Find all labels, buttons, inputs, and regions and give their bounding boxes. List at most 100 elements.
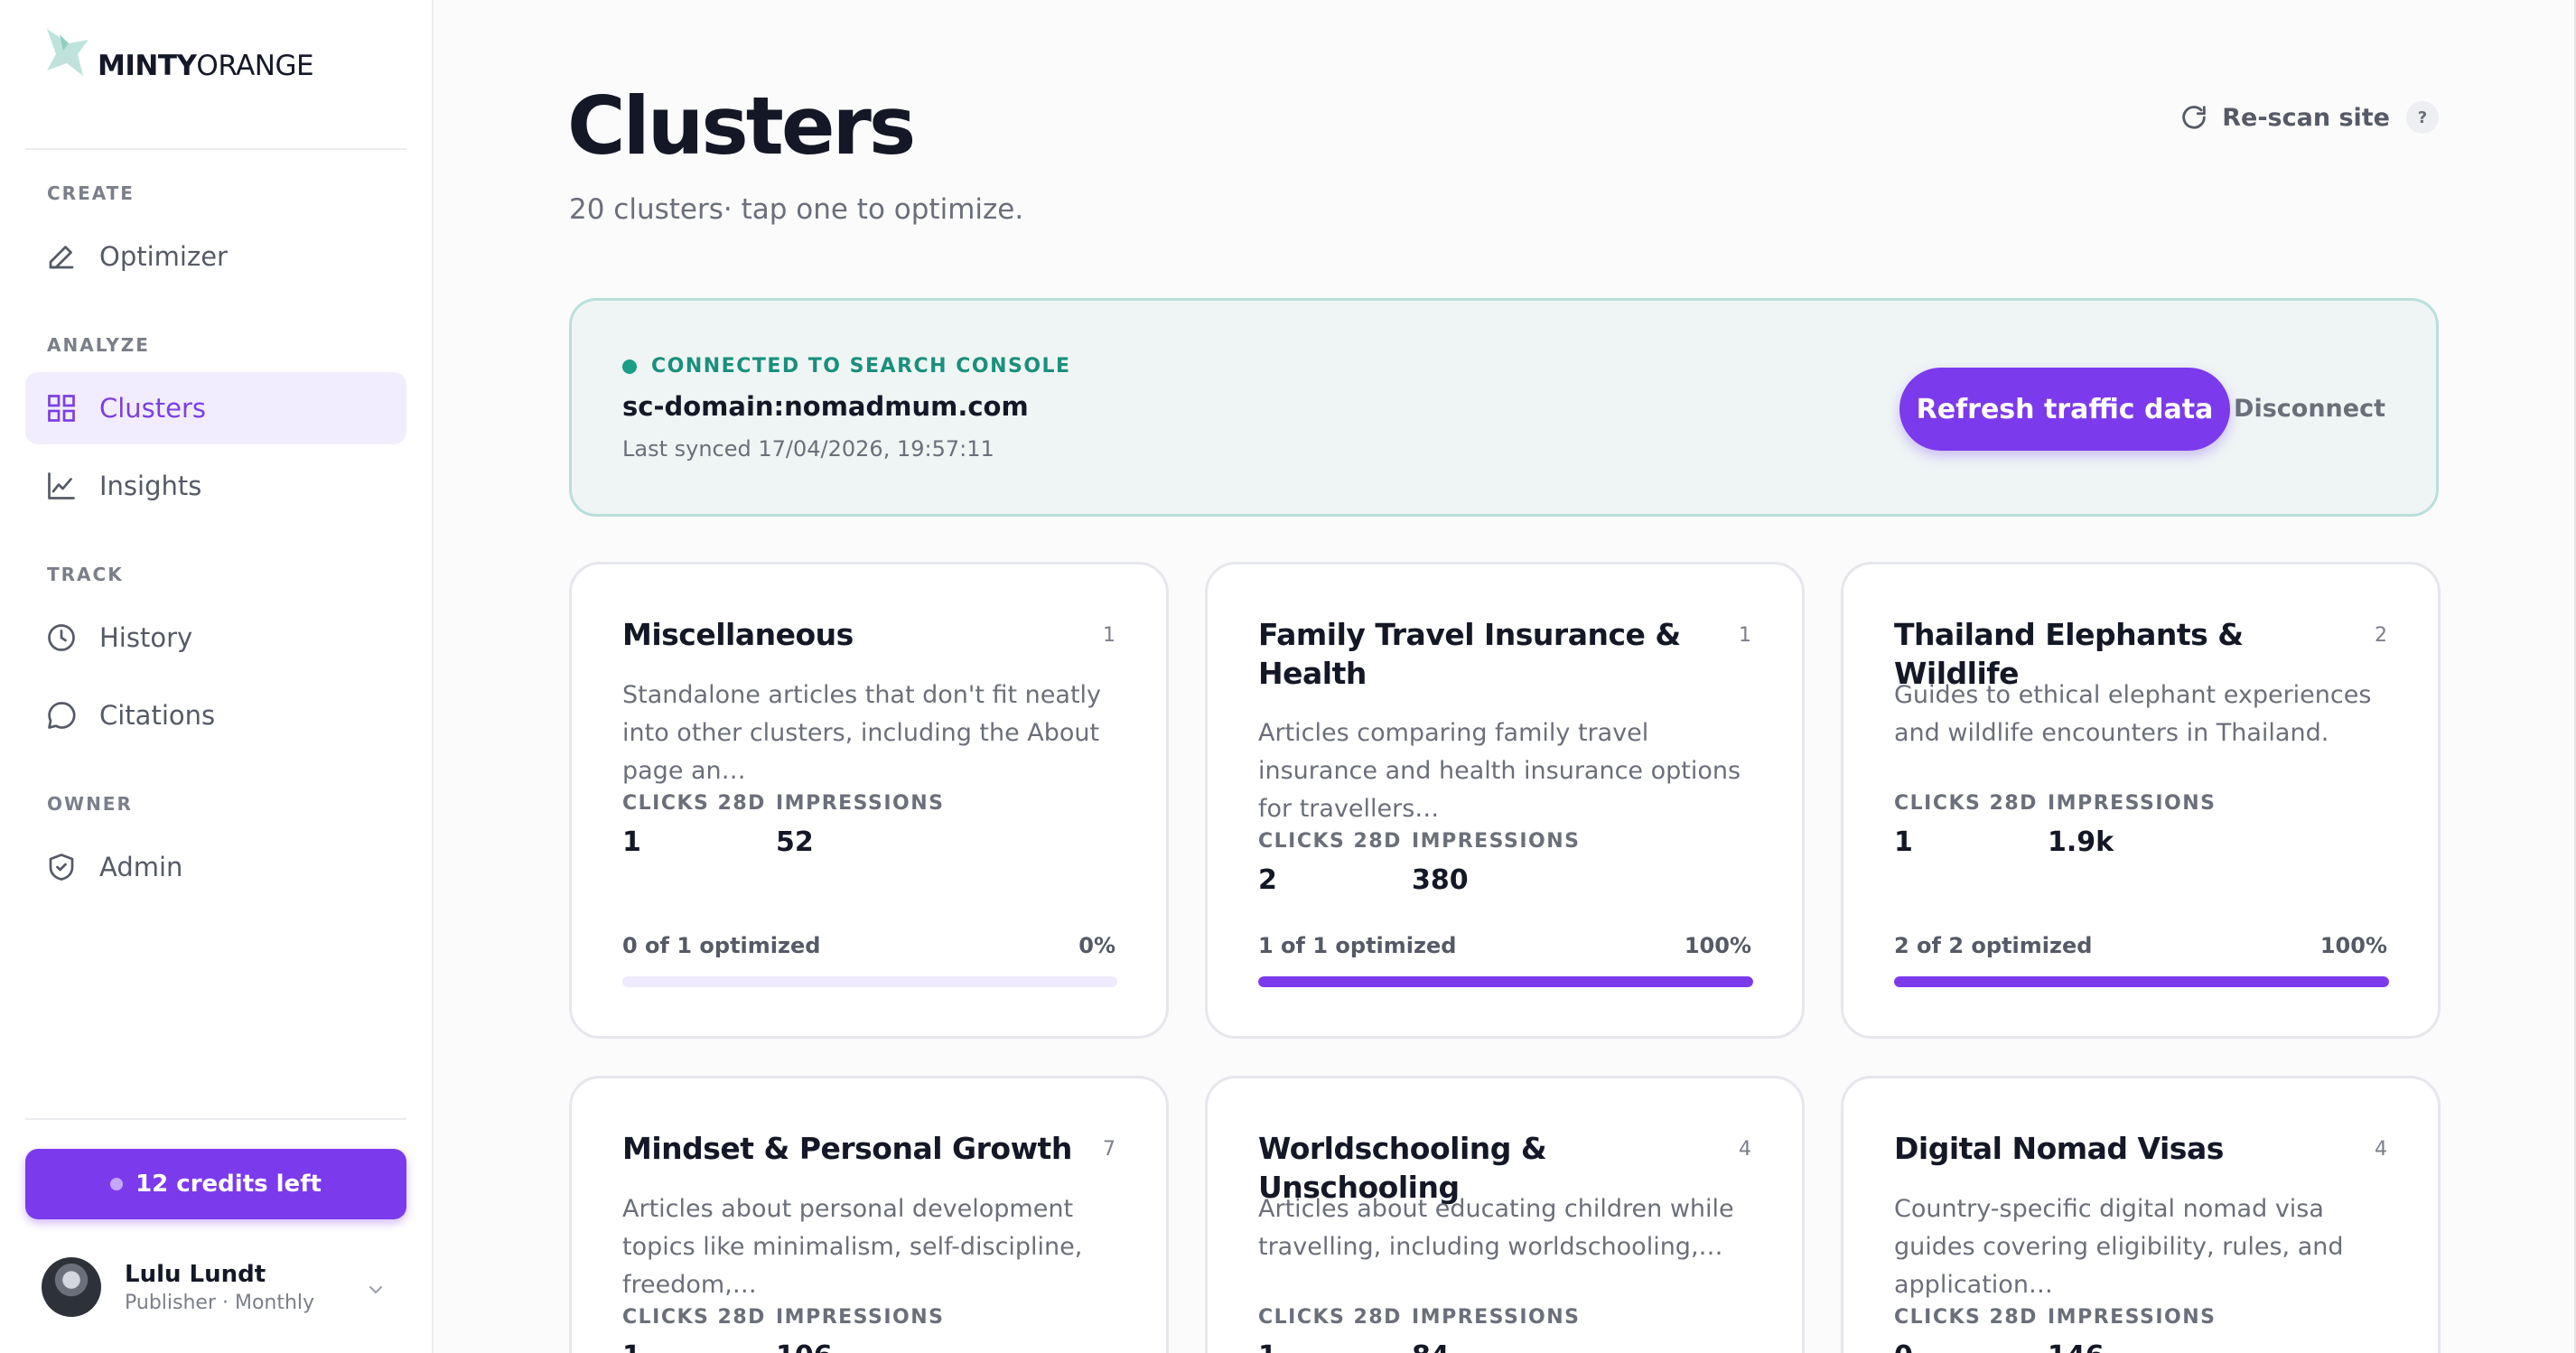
user-menu[interactable]: Lulu Lundt Publisher · Monthly bbox=[42, 1255, 403, 1319]
impressions-label: IMPRESSIONS bbox=[1412, 830, 1581, 853]
avatar bbox=[42, 1257, 101, 1317]
cluster-description: Articles comparing family travel insuran… bbox=[1258, 719, 1741, 823]
sidebar-item-label: Clusters bbox=[99, 393, 207, 424]
impressions-label: IMPRESSIONS bbox=[2048, 792, 2217, 815]
sidebar-item-label: History bbox=[99, 622, 193, 653]
disconnect-button[interactable]: Disconnect bbox=[2234, 395, 2385, 423]
cluster-title: Miscellaneous bbox=[622, 617, 854, 652]
last-synced: Last synced 17/04/2026, 19:57:11 bbox=[622, 436, 994, 462]
grid-icon bbox=[48, 395, 75, 422]
credits-dot-icon bbox=[110, 1178, 124, 1190]
clicks-value: 1 bbox=[1258, 1340, 1277, 1353]
console-domain: sc-domain:nomadmum.com bbox=[622, 391, 1029, 422]
clicks-value: 1 bbox=[622, 1340, 641, 1353]
cluster-title: Family Travel Insurance & Health bbox=[1258, 617, 1681, 691]
cluster-description: Articles about educating children while … bbox=[1258, 1195, 1734, 1261]
sidebar-item-history[interactable]: History bbox=[25, 602, 406, 674]
brand-logo[interactable]: MINTYORANGE bbox=[42, 23, 314, 87]
cluster-article-count: 1 bbox=[1739, 624, 1751, 647]
cluster-title: Mindset & Personal Growth bbox=[622, 1131, 1072, 1166]
clicks-value: 1 bbox=[1894, 826, 1913, 858]
star-logo-icon bbox=[47, 29, 89, 76]
shield-check-icon bbox=[49, 854, 74, 881]
connection-status: CONNECTED TO SEARCH CONSOLE bbox=[622, 355, 1071, 378]
section-label-analyze: ANALYZE bbox=[47, 334, 150, 356]
cluster-article-count: 4 bbox=[2375, 1138, 2387, 1161]
status-dot-icon bbox=[622, 359, 637, 374]
credits-label: 12 credits left bbox=[135, 1171, 322, 1198]
impressions-value: 1.9k bbox=[2048, 826, 2114, 858]
section-label-owner: OWNER bbox=[47, 793, 133, 815]
search-console-banner: CONNECTED TO SEARCH CONSOLE sc-domain:no… bbox=[569, 298, 2439, 517]
impressions-label: IMPRESSIONS bbox=[776, 792, 945, 815]
sidebar-item-insights[interactable]: Insights bbox=[25, 450, 406, 522]
cluster-description: Standalone articles that don't fit neatl… bbox=[622, 681, 1102, 785]
clicks-label: CLICKS 28D bbox=[622, 792, 766, 815]
sidebar-item-admin[interactable]: Admin bbox=[25, 831, 406, 903]
impressions-label: IMPRESSIONS bbox=[1412, 1306, 1581, 1329]
chevron-down-icon bbox=[369, 1286, 382, 1294]
sidebar-item-label: Admin bbox=[99, 852, 183, 882]
optimized-label: 2 of 2 optimized bbox=[1894, 933, 2093, 958]
optimized-label: 0 of 1 optimized bbox=[622, 933, 821, 958]
cluster-card[interactable]: Digital Nomad Visas 4 Country-specific d… bbox=[1841, 1076, 2441, 1353]
sidebar-item-citations[interactable]: Citations bbox=[25, 679, 406, 751]
sidebar: MINTYORANGE CREATE Optimizer ANALYZE Clu… bbox=[0, 0, 434, 1353]
impressions-label: IMPRESSIONS bbox=[776, 1306, 945, 1329]
rescan-label: Re-scan site bbox=[2222, 103, 2390, 132]
cluster-article-count: 2 bbox=[2375, 624, 2387, 647]
cluster-article-count: 1 bbox=[1103, 624, 1115, 647]
progress-fill bbox=[1894, 976, 2389, 987]
sidebar-item-label: Citations bbox=[99, 700, 216, 731]
section-label-create: CREATE bbox=[47, 182, 135, 204]
rescan-site-button[interactable]: Re-scan site ? bbox=[2179, 101, 2439, 134]
clicks-label: CLICKS 28D bbox=[1258, 830, 1402, 853]
help-icon[interactable]: ? bbox=[2406, 101, 2439, 134]
sidebar-item-clusters[interactable]: Clusters bbox=[25, 372, 406, 444]
cluster-card[interactable]: Mindset & Personal Growth 7 Articles abo… bbox=[569, 1076, 1169, 1353]
user-name: Lulu Lundt bbox=[125, 1260, 266, 1288]
optimized-percent: 0% bbox=[1078, 933, 1115, 958]
sidebar-divider bbox=[25, 1118, 406, 1120]
clicks-label: CLICKS 28D bbox=[1258, 1306, 1402, 1329]
pencil-icon bbox=[49, 246, 74, 269]
sidebar-item-optimizer[interactable]: Optimizer bbox=[25, 220, 406, 293]
refresh-icon bbox=[2182, 106, 2206, 129]
impressions-value: 52 bbox=[776, 826, 814, 858]
cluster-card[interactable]: Worldschooling & Unschooling 4 Articles … bbox=[1205, 1076, 1805, 1353]
page-title: Clusters bbox=[567, 79, 916, 173]
progress-bar bbox=[1894, 976, 2389, 987]
cluster-description: Country-specific digital nomad visa guid… bbox=[1894, 1195, 2344, 1299]
cluster-card[interactable]: Miscellaneous 1 Standalone articles that… bbox=[569, 562, 1169, 1039]
cluster-description: Guides to ethical elephant experiences a… bbox=[1894, 681, 2372, 747]
impressions-label: IMPRESSIONS bbox=[2048, 1306, 2217, 1329]
page-subtitle: 20 clusters· tap one to optimize. bbox=[569, 193, 1024, 226]
clicks-label: CLICKS 28D bbox=[622, 1306, 766, 1329]
brand-wordmark: MINTYORANGE bbox=[98, 50, 314, 82]
credits-button[interactable]: 12 credits left bbox=[25, 1149, 406, 1219]
section-label-track: TRACK bbox=[47, 564, 124, 585]
impressions-value: 84 bbox=[1412, 1340, 1450, 1353]
sidebar-item-label: Optimizer bbox=[99, 241, 228, 272]
clicks-value: 1 bbox=[622, 826, 641, 858]
clicks-value: 0 bbox=[1894, 1340, 1913, 1353]
sidebar-divider bbox=[25, 148, 406, 150]
cluster-card[interactable]: Family Travel Insurance & Health 1 Artic… bbox=[1205, 562, 1805, 1039]
optimized-percent: 100% bbox=[2319, 933, 2387, 958]
clicks-value: 2 bbox=[1258, 864, 1277, 896]
cluster-title: Digital Nomad Visas bbox=[1894, 1131, 2224, 1166]
optimized-label: 1 of 1 optimized bbox=[1258, 933, 1457, 958]
impressions-value: 380 bbox=[1412, 864, 1469, 896]
line-chart-icon bbox=[48, 472, 75, 499]
sidebar-item-label: Insights bbox=[99, 471, 202, 501]
user-plan: Publisher · Monthly bbox=[125, 1291, 315, 1314]
optimized-percent: 100% bbox=[1684, 933, 1751, 958]
progress-fill bbox=[1258, 976, 1753, 987]
refresh-traffic-button[interactable]: Refresh traffic data bbox=[1899, 368, 2230, 451]
cluster-description: Articles about personal development topi… bbox=[622, 1195, 1083, 1299]
clicks-label: CLICKS 28D bbox=[1894, 1306, 2038, 1329]
cluster-card[interactable]: Thailand Elephants & Wildlife 2 Guides t… bbox=[1841, 562, 2441, 1039]
cluster-article-count: 4 bbox=[1739, 1138, 1751, 1161]
cluster-article-count: 7 bbox=[1103, 1138, 1115, 1161]
progress-bar bbox=[1258, 976, 1753, 987]
